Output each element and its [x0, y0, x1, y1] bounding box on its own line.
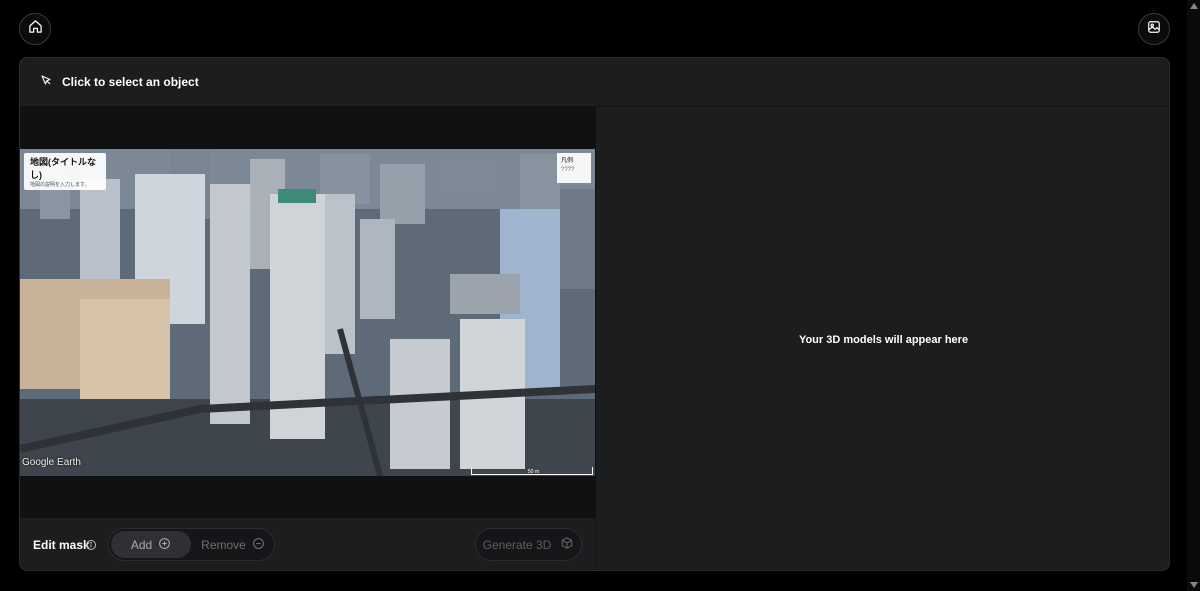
- generate-label: Generate 3D: [482, 537, 552, 552]
- input-pane: 地図(タイトルなし) 地図の説明を入力します。 凡例 ???? Google E…: [20, 107, 596, 570]
- scroll-down-icon[interactable]: [1190, 582, 1198, 588]
- panel-header: Click to select an object: [20, 58, 1169, 107]
- city-aerial-photo: [20, 149, 595, 476]
- gallery-button[interactable]: [1138, 13, 1170, 45]
- google-earth-watermark: Google Earth: [22, 457, 81, 468]
- map-title-box: 地図(タイトルなし) 地図の説明を入力します。: [24, 153, 106, 190]
- page-scrollbar[interactable]: [1187, 0, 1200, 591]
- plus-circle-icon: [158, 537, 171, 553]
- legend-item: ????: [561, 167, 575, 173]
- image-canvas[interactable]: 地図(タイトルなし) 地図の説明を入力します。 凡例 ???? Google E…: [20, 107, 596, 518]
- output-pane: Your 3D models will appear here: [596, 107, 1169, 570]
- generate-3d-button[interactable]: Generate 3D: [475, 528, 582, 561]
- scale-bar: [471, 467, 593, 475]
- home-button[interactable]: [19, 13, 51, 45]
- edit-mask-label: Edit mask: [33, 538, 90, 552]
- minus-circle-icon: [252, 537, 265, 553]
- map-title: 地図(タイトルなし): [30, 157, 96, 180]
- remove-mask-button[interactable]: Remove: [193, 531, 273, 558]
- info-icon[interactable]: [85, 538, 97, 556]
- image-gallery-icon: [1147, 20, 1161, 39]
- mask-controls: Edit mask Add Remove Generate 3D: [20, 518, 596, 570]
- legend-title: 凡例: [561, 158, 574, 164]
- add-mask-button[interactable]: Add: [111, 531, 191, 558]
- scroll-up-icon[interactable]: [1190, 3, 1198, 9]
- select-object-hint: Click to select an object: [62, 75, 199, 89]
- map-subtitle: 地図の説明を入力します。: [30, 182, 90, 188]
- pointer-select-icon: [40, 73, 52, 91]
- main-panel: Click to select an object 地図(タイトルなし) 地図の…: [19, 57, 1170, 571]
- remove-label: Remove: [201, 537, 246, 552]
- cube-icon: [560, 536, 574, 553]
- map-legend: 凡例 ????: [557, 153, 591, 183]
- mask-mode-toggle: Add Remove: [108, 528, 275, 561]
- add-label: Add: [130, 537, 153, 552]
- home-icon: [28, 19, 43, 39]
- input-image[interactable]: 地図(タイトルなし) 地図の説明を入力します。 凡例 ???? Google E…: [20, 149, 595, 476]
- models-placeholder: Your 3D models will appear here: [798, 333, 969, 346]
